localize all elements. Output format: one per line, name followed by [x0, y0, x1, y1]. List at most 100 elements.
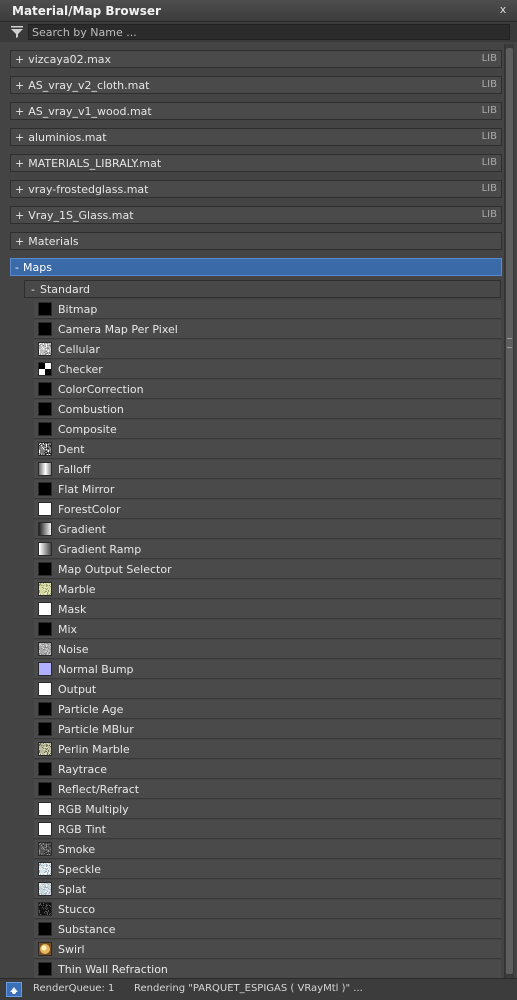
- map-item[interactable]: Map Output Selector: [34, 560, 501, 579]
- map-name: Thin Wall Refraction: [58, 963, 168, 976]
- map-name: Flat Mirror: [58, 483, 115, 496]
- map-name: Speckle: [58, 863, 101, 876]
- search-row: [0, 22, 517, 42]
- library-row[interactable]: + AS_vray_v1_wood.mat LIB: [10, 102, 502, 120]
- map-name: Particle MBlur: [58, 723, 134, 736]
- library-name: Vray_1S_Glass.mat: [28, 209, 134, 222]
- map-item[interactable]: Normal Bump: [34, 660, 501, 679]
- map-swatch-icon: [38, 902, 52, 916]
- expand-icon: +: [15, 79, 25, 92]
- map-name: Bitmap: [58, 303, 98, 316]
- map-item[interactable]: Falloff: [34, 460, 501, 479]
- map-item[interactable]: RGB Tint: [34, 820, 501, 839]
- map-item[interactable]: RGB Multiply: [34, 800, 501, 819]
- map-item[interactable]: Checker: [34, 360, 501, 379]
- map-item[interactable]: Stucco: [34, 900, 501, 919]
- map-item[interactable]: Flat Mirror: [34, 480, 501, 499]
- library-row[interactable]: + MATERIALS_LIBRALY.mat LIB: [10, 154, 502, 172]
- search-input[interactable]: [28, 24, 510, 40]
- library-row[interactable]: + vray-frostedglass.mat LIB: [10, 180, 502, 198]
- map-swatch-icon: [38, 662, 52, 676]
- lib-badge: LIB: [481, 209, 497, 220]
- map-item[interactable]: Dent: [34, 440, 501, 459]
- map-item[interactable]: Reflect/Refract: [34, 780, 501, 799]
- map-item[interactable]: Composite: [34, 420, 501, 439]
- map-item[interactable]: Thin Wall Refraction: [34, 960, 501, 978]
- library-row[interactable]: + vizcaya02.max LIB: [10, 50, 502, 68]
- scrollbar-thumb[interactable]: [506, 48, 513, 974]
- expand-icon: +: [15, 53, 25, 66]
- map-item[interactable]: Output: [34, 680, 501, 699]
- map-item[interactable]: Perlin Marble: [34, 740, 501, 759]
- map-name: Substance: [58, 923, 116, 936]
- library-name: vray-frostedglass.mat: [28, 183, 149, 196]
- library-row[interactable]: + Vray_1S_Glass.mat LIB: [10, 206, 502, 224]
- library-label: + AS_vray_v2_cloth.mat: [15, 79, 149, 92]
- map-swatch-icon: [38, 742, 52, 756]
- map-swatch-icon: [38, 722, 52, 736]
- map-name: Marble: [58, 583, 96, 596]
- map-item[interactable]: Gradient: [34, 520, 501, 539]
- title-bar: Material/Map Browser x: [0, 0, 517, 22]
- map-swatch-icon: [38, 942, 52, 956]
- map-item[interactable]: ForestColor: [34, 500, 501, 519]
- map-name: Combustion: [58, 403, 124, 416]
- materials-group[interactable]: + Materials: [10, 232, 502, 250]
- close-icon[interactable]: x: [498, 4, 508, 16]
- map-swatch-icon: [38, 582, 52, 596]
- lib-badge: LIB: [481, 157, 497, 168]
- vertical-scrollbar[interactable]: [504, 44, 514, 978]
- map-item[interactable]: Camera Map Per Pixel: [34, 320, 501, 339]
- map-name: Noise: [58, 643, 89, 656]
- map-name: ColorCorrection: [58, 383, 144, 396]
- map-swatch-icon: [38, 442, 52, 456]
- status-bar: RenderQueue: 1 Rendering "PARQUET_ESPIGA…: [0, 978, 517, 1000]
- expand-icon: +: [15, 131, 25, 144]
- map-item[interactable]: Cellular: [34, 340, 501, 359]
- map-item[interactable]: Mask: [34, 600, 501, 619]
- library-label: + vray-frostedglass.mat: [15, 183, 148, 196]
- map-name: Dent: [58, 443, 85, 456]
- map-item[interactable]: Substance: [34, 920, 501, 939]
- map-item[interactable]: Splat: [34, 880, 501, 899]
- map-item[interactable]: Mix: [34, 620, 501, 639]
- map-item[interactable]: ColorCorrection: [34, 380, 501, 399]
- rendering-status: Rendering "PARQUET_ESPIGAS ( VRayMtl )" …: [134, 983, 363, 994]
- library-row[interactable]: + aluminios.mat LIB: [10, 128, 502, 146]
- map-name: Falloff: [58, 463, 91, 476]
- maps-group[interactable]: - Maps: [10, 258, 502, 276]
- map-swatch-icon: [38, 862, 52, 876]
- library-label: + MATERIALS_LIBRALY.mat: [15, 157, 161, 170]
- collapse-icon: -: [31, 283, 35, 296]
- standard-group-label: - Standard: [31, 283, 90, 296]
- map-item[interactable]: Swirl: [34, 940, 501, 959]
- standard-group[interactable]: - Standard: [24, 280, 501, 298]
- lib-badge: LIB: [481, 79, 497, 90]
- filter-funnel-icon[interactable]: [10, 26, 24, 38]
- map-name: RGB Tint: [58, 823, 106, 836]
- map-name: Checker: [58, 363, 103, 376]
- map-swatch-icon: [38, 422, 52, 436]
- map-swatch-icon: [38, 462, 52, 476]
- map-name: Swirl: [58, 943, 85, 956]
- map-name: Mask: [58, 603, 87, 616]
- map-item[interactable]: Particle MBlur: [34, 720, 501, 739]
- map-item[interactable]: Particle Age: [34, 700, 501, 719]
- map-item[interactable]: Gradient Ramp: [34, 540, 501, 559]
- library-row[interactable]: + AS_vray_v2_cloth.mat LIB: [10, 76, 502, 94]
- map-item[interactable]: Marble: [34, 580, 501, 599]
- map-item[interactable]: Speckle: [34, 860, 501, 879]
- lib-badge: LIB: [481, 183, 497, 194]
- lib-badge: LIB: [481, 53, 497, 64]
- map-item[interactable]: Raytrace: [34, 760, 501, 779]
- expand-icon: +: [15, 157, 25, 170]
- map-item[interactable]: Smoke: [34, 840, 501, 859]
- map-item[interactable]: Combustion: [34, 400, 501, 419]
- map-item[interactable]: Noise: [34, 640, 501, 659]
- materials-group-name: Materials: [28, 235, 79, 248]
- render-icon[interactable]: [6, 982, 22, 997]
- maps-group-label: - Maps: [15, 261, 52, 274]
- expand-icon: +: [15, 105, 25, 118]
- map-swatch-icon: [38, 622, 52, 636]
- map-item[interactable]: Bitmap: [34, 300, 501, 319]
